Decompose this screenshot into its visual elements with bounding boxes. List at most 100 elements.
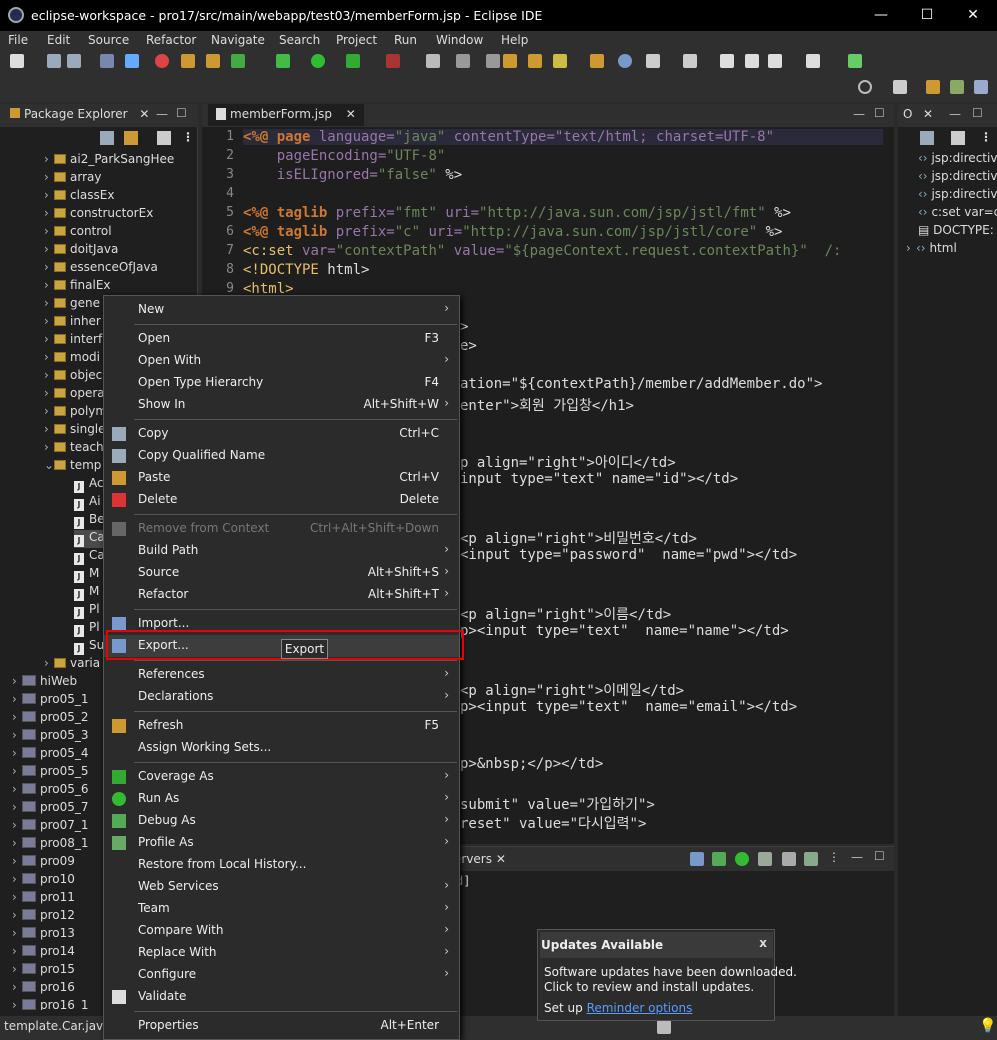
menu-item-refactor[interactable]: Refactor Alt+Shift+T › bbox=[104, 584, 459, 606]
menu-item-profile-as[interactable]: Profile As › bbox=[104, 832, 459, 854]
debug-perspective-icon[interactable] bbox=[974, 80, 988, 94]
notification-body[interactable]: Software updates have been downloaded. Cl… bbox=[544, 965, 797, 995]
stop-icon[interactable] bbox=[426, 54, 440, 68]
menu-item-open-type-hierarchy[interactable]: Open Type Hierarchy F4 bbox=[104, 372, 459, 394]
tree-item[interactable]: › modi bbox=[44, 350, 100, 368]
code-line[interactable]: p>&nbsp;</p></td> bbox=[460, 756, 603, 772]
menu-refactor[interactable]: Refactor bbox=[146, 33, 196, 47]
tree-item[interactable]: › pro16 bbox=[12, 980, 75, 998]
java-perspective-icon[interactable] bbox=[950, 80, 964, 94]
menu-item-properties[interactable]: Properties Alt+Enter bbox=[104, 1015, 459, 1037]
tomcat-icon[interactable] bbox=[155, 54, 169, 68]
menu-navigate[interactable]: Navigate bbox=[211, 33, 265, 47]
tree-item[interactable]: › pro14 bbox=[12, 944, 75, 962]
tree-item[interactable]: › opera bbox=[44, 386, 105, 404]
globe-icon[interactable] bbox=[618, 54, 632, 68]
menu-item-source[interactable]: Source Alt+Shift+S › bbox=[104, 562, 459, 584]
menu-item-configure[interactable]: Configure › bbox=[104, 964, 459, 986]
servers-tab[interactable]: ervers ✕ bbox=[454, 852, 506, 866]
open-perspective-icon[interactable] bbox=[893, 80, 907, 94]
outline-item[interactable]: ▤ DOCTYPE: bbox=[918, 223, 997, 241]
terminal-icon[interactable] bbox=[125, 54, 139, 68]
maximize-icon[interactable]: ☐ bbox=[874, 106, 885, 120]
pin-editor-icon[interactable] bbox=[848, 54, 862, 68]
tree-item[interactable]: › constructorEx bbox=[44, 206, 153, 224]
reminder-options-link[interactable]: Reminder options bbox=[587, 1001, 693, 1015]
menu-window[interactable]: Window bbox=[436, 33, 483, 47]
save-icon[interactable] bbox=[47, 54, 61, 68]
tree-item[interactable]: › pro07_1 bbox=[12, 818, 89, 836]
minimize-button[interactable]: — bbox=[858, 0, 904, 31]
view-menu-icon[interactable]: ⋮ bbox=[980, 130, 992, 144]
close-icon[interactable]: ✕ bbox=[923, 107, 933, 121]
forward-history-icon[interactable] bbox=[745, 54, 759, 68]
tree-item[interactable]: JM bbox=[74, 566, 99, 584]
menu-project[interactable]: Project bbox=[336, 33, 377, 47]
tree-item[interactable]: › pro05_1 bbox=[12, 692, 89, 710]
tree-item[interactable]: › gene bbox=[44, 296, 100, 314]
tree-item[interactable]: › pro12 bbox=[12, 908, 75, 926]
notification-close-button[interactable]: x bbox=[759, 936, 767, 950]
tree-item[interactable]: › pro05_2 bbox=[12, 710, 89, 728]
tree-item[interactable]: › pro05_4 bbox=[12, 746, 89, 764]
tree-item[interactable]: › single bbox=[44, 422, 106, 440]
minimize-icon[interactable]: — bbox=[156, 107, 168, 121]
external-tools-icon[interactable] bbox=[386, 54, 400, 68]
code-line[interactable]: ation="${contextPath}/member/addMember.d… bbox=[460, 376, 822, 392]
servers-tool-icon[interactable] bbox=[690, 852, 704, 866]
tree-item[interactable]: J Ac bbox=[74, 476, 104, 494]
outline-item[interactable]: › ‹› html bbox=[906, 241, 997, 259]
status-tool-icon[interactable] bbox=[657, 1020, 671, 1034]
start-server-icon[interactable] bbox=[735, 852, 749, 866]
menu-run[interactable]: Run bbox=[394, 33, 417, 47]
menu-item-compare-with[interactable]: Compare With › bbox=[104, 920, 459, 942]
close-icon[interactable]: ✕ bbox=[346, 107, 356, 121]
debug-icon[interactable] bbox=[276, 54, 290, 68]
menu-item-team[interactable]: Team › bbox=[104, 898, 459, 920]
close-button[interactable]: ✕ bbox=[950, 0, 996, 31]
maximize-button[interactable]: ☐ bbox=[904, 0, 950, 31]
open-type-icon[interactable] bbox=[503, 54, 517, 68]
maximize-icon[interactable]: ☐ bbox=[972, 106, 983, 120]
tree-item[interactable]: JM bbox=[74, 584, 99, 602]
menu-item-coverage-as[interactable]: Coverage As › bbox=[104, 766, 459, 788]
outline-tab[interactable]: O bbox=[903, 107, 912, 121]
menu-help[interactable]: Help bbox=[501, 33, 528, 47]
coverage-icon[interactable] bbox=[346, 54, 360, 68]
menu-item-restore-from-local-history[interactable]: Restore from Local History... bbox=[104, 854, 459, 876]
search-icon[interactable] bbox=[858, 80, 872, 94]
tree-item[interactable]: › varia bbox=[44, 656, 100, 674]
tree-item[interactable]: › classEx bbox=[44, 188, 114, 206]
outline-item[interactable]: ‹› jsp:directive bbox=[918, 151, 997, 169]
tree-item[interactable]: › objec bbox=[44, 368, 102, 386]
view-menu-icon[interactable]: ⋮ bbox=[182, 130, 194, 144]
tree-item[interactable]: › inher bbox=[44, 314, 101, 332]
annotation-prev-icon[interactable] bbox=[486, 54, 500, 68]
tree-item[interactable]: › pro05_7 bbox=[12, 800, 89, 818]
tree-item[interactable]: › array bbox=[44, 170, 101, 188]
code-line[interactable]: > bbox=[460, 319, 468, 335]
tree-item[interactable]: › pro15 bbox=[12, 962, 75, 980]
forward-icon[interactable] bbox=[806, 54, 820, 68]
profile-server-icon[interactable] bbox=[758, 852, 772, 866]
tree-item[interactable]: › pro13 bbox=[12, 926, 75, 944]
tree-item[interactable]: › doitJava bbox=[44, 242, 118, 260]
code-line[interactable]: isELIgnored="false" %> bbox=[243, 167, 462, 183]
code-line[interactable]: <input type="password" name="pwd"></td> bbox=[460, 547, 797, 563]
java-ee-perspective-icon[interactable] bbox=[926, 80, 940, 94]
menu-item-declarations[interactable]: Declarations › bbox=[104, 686, 459, 708]
next-annotation-icon[interactable] bbox=[683, 54, 697, 68]
tip-bulb-icon[interactable]: 💡 bbox=[979, 1018, 996, 1034]
stop-server-icon[interactable] bbox=[782, 852, 796, 866]
tree-item-selected[interactable]: J Ca bbox=[74, 530, 105, 548]
tree-item[interactable]: J Pl bbox=[74, 620, 100, 638]
menu-source[interactable]: Source bbox=[88, 33, 129, 47]
maximize-icon[interactable]: ☐ bbox=[176, 106, 187, 120]
tree-item[interactable]: › pro08_1 bbox=[12, 836, 89, 854]
new-class-icon[interactable] bbox=[231, 54, 245, 68]
code-line[interactable]: p><input type="text" name="email"></td> bbox=[460, 699, 797, 715]
menu-item-web-services[interactable]: Web Services › bbox=[104, 876, 459, 898]
menu-item-new[interactable]: New › bbox=[104, 299, 459, 321]
code-line[interactable]: <%@ taglib prefix="fmt" uri="http://java… bbox=[243, 205, 791, 221]
tree-item[interactable]: J Be bbox=[74, 512, 105, 530]
